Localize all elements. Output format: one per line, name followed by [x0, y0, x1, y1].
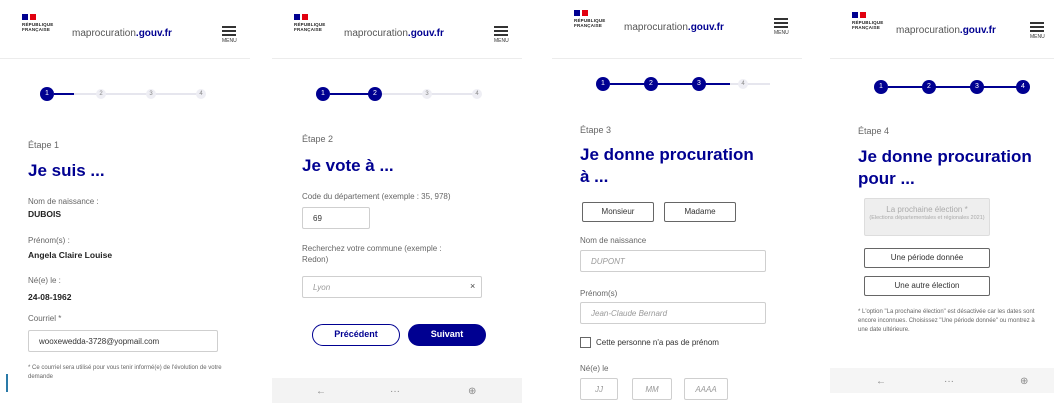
header: RÉPUBLIQUE FRANÇAISE maprocuration.gouv.…: [272, 0, 522, 59]
birth-month-field[interactable]: MM: [632, 378, 672, 400]
step-1-dot: 1: [596, 77, 610, 91]
next-election-option: La prochaine élection * (Elections dépar…: [864, 198, 990, 236]
step-2-dot: 2: [922, 80, 936, 94]
step-3-dot: 3: [146, 89, 156, 99]
birth-year-field[interactable]: AAAA: [684, 378, 728, 400]
step-4-dot: 4: [1016, 80, 1030, 94]
step-3-dot: 3: [970, 80, 984, 94]
step-eyebrow: Étape 3: [580, 125, 612, 135]
commune-label: Recherchez votre commune (exemple : Redo…: [302, 244, 442, 264]
other-election-option-button[interactable]: Une autre élection: [864, 276, 990, 296]
step-4-dot: 4: [738, 79, 748, 89]
step-eyebrow: Étape 1: [28, 140, 60, 150]
republique-logo: RÉPUBLIQUE FRANÇAISE: [294, 14, 326, 32]
page-title: Je suis ...: [28, 161, 105, 180]
menu-button[interactable]: MENU: [774, 16, 789, 36]
page-title-line-2: pour ...: [858, 169, 915, 188]
menu-button[interactable]: MENU: [222, 24, 237, 44]
options-note: * L'option "La prochaine élection" est d…: [858, 309, 1035, 333]
site-name[interactable]: maprocuration.gouv.fr: [624, 22, 724, 33]
back-arrow-icon[interactable]: ←: [316, 386, 326, 397]
department-label: Code du département (exemple : 35, 978): [302, 192, 451, 201]
step-indicator: 1 2 3 4: [40, 87, 220, 101]
republique-logo: RÉPUBLIQUE FRANÇAISE: [574, 10, 606, 28]
email-field[interactable]: wooxewedda-3728@yopmail.com: [28, 330, 218, 352]
lastname-label: Nom de naissance :: [28, 197, 99, 206]
firstname-value: Angela Claire Louise: [28, 250, 113, 260]
civility-madame-button[interactable]: Madame: [664, 202, 736, 222]
step-indicator: 1 2 3 4: [596, 77, 776, 91]
birthdate-label: Né(e) le :: [28, 276, 61, 285]
step-4-dot: 4: [472, 89, 482, 99]
tabs-icon[interactable]: ⊕: [1020, 376, 1028, 387]
step-eyebrow: Étape 4: [858, 126, 890, 136]
tabs-icon[interactable]: ⊕: [468, 386, 476, 397]
step-indicator: 1 2 3 4: [874, 80, 1034, 94]
screen-step-1: RÉPUBLIQUE FRANÇAISE maprocuration.gouv.…: [0, 0, 250, 403]
birthdate-label: Né(e) le: [580, 364, 609, 373]
birth-day-field[interactable]: JJ: [580, 378, 618, 400]
back-arrow-icon[interactable]: ←: [876, 376, 886, 387]
menu-button[interactable]: MENU: [494, 24, 509, 44]
browser-nav: ← ··· ⊕: [272, 378, 522, 403]
step-4-dot: 4: [196, 89, 206, 99]
lastname-field[interactable]: DUPONT: [580, 250, 766, 272]
step-2-dot: 2: [644, 77, 658, 91]
screen-step-3: RÉPUBLIQUE FRANÇAISE maprocuration.gouv.…: [552, 0, 802, 403]
next-button[interactable]: Suivant: [408, 324, 486, 346]
step-3-dot: 3: [422, 89, 432, 99]
screen-step-4: RÉPUBLIQUE FRANÇAISE maprocuration.gouv.…: [830, 0, 1054, 403]
step-2-dot: 2: [368, 87, 382, 101]
step-2-dot: 2: [96, 89, 106, 99]
site-name[interactable]: maprocuration.gouv.fr: [896, 25, 996, 36]
site-name[interactable]: maprocuration.gouv.fr: [344, 28, 444, 39]
page-title: Je vote à ...: [302, 156, 394, 175]
lastname-label: Nom de naissance: [580, 236, 647, 245]
email-label: Courriel *: [28, 314, 62, 323]
email-note: * Ce courriel sera utilisé pour vous ten…: [28, 365, 222, 380]
header: RÉPUBLIQUE FRANÇAISE maprocuration.gouv.…: [0, 0, 250, 59]
browser-nav: ← ··· ⊕: [830, 368, 1054, 393]
no-firstname-checkbox[interactable]: [580, 337, 591, 348]
clear-icon[interactable]: ×: [470, 281, 475, 291]
page-title-line-1: Je donne procuration: [858, 147, 1032, 166]
header: RÉPUBLIQUE FRANÇAISE maprocuration.gouv.…: [830, 0, 1054, 59]
edge-artifact: [6, 374, 8, 392]
step-indicator: 1 2 3 4: [316, 87, 496, 101]
step-1-dot: 1: [316, 87, 330, 101]
step-3-dot: 3: [692, 77, 706, 91]
firstname-label: Prénom(s): [580, 289, 618, 298]
no-firstname-label: Cette personne n'a pas de prénom: [596, 338, 719, 347]
page-title-line-2: à ...: [580, 167, 609, 186]
republique-logo: RÉPUBLIQUE FRANÇAISE: [22, 14, 54, 32]
department-field[interactable]: 69: [302, 207, 370, 229]
period-option-button[interactable]: Une période donnée: [864, 248, 990, 268]
header: RÉPUBLIQUE FRANÇAISE maprocuration.gouv.…: [552, 0, 802, 59]
more-icon[interactable]: ···: [944, 376, 954, 387]
menu-button[interactable]: MENU: [1030, 20, 1045, 40]
more-icon[interactable]: ···: [390, 386, 400, 397]
step-1-dot: 1: [874, 80, 888, 94]
page-title-line-1: Je donne procuration: [580, 145, 754, 164]
birthdate-value: 24-08-1962: [28, 292, 72, 302]
firstname-field[interactable]: Jean-Claude Bernard: [580, 302, 766, 324]
civility-monsieur-button[interactable]: Monsieur: [582, 202, 654, 222]
site-name[interactable]: maprocuration.gouv.fr: [72, 28, 172, 39]
step-1-dot: 1: [40, 87, 54, 101]
lastname-value: DUBOIS: [28, 209, 62, 219]
firstname-label: Prénom(s) :: [28, 236, 70, 245]
previous-button[interactable]: Précédent: [312, 324, 400, 346]
commune-field[interactable]: Lyon: [302, 276, 482, 298]
step-eyebrow: Étape 2: [302, 134, 334, 144]
screen-step-2: RÉPUBLIQUE FRANÇAISE maprocuration.gouv.…: [272, 0, 522, 403]
republique-logo: RÉPUBLIQUE FRANÇAISE: [852, 12, 884, 30]
